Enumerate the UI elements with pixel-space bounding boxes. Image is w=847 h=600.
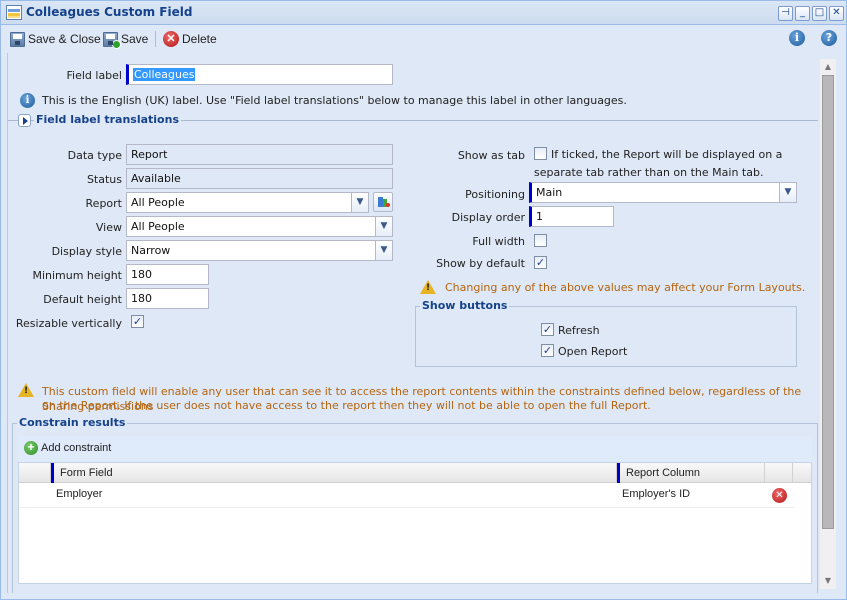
show-buttons-title: Show buttons — [420, 299, 510, 312]
form-content: Field label Colleagues i This is the Eng… — [7, 53, 820, 593]
maximize-icon[interactable]: □ — [812, 6, 827, 21]
report-column-cell: Employer's ID — [622, 488, 691, 500]
grid-header-spacer — [19, 463, 51, 483]
show-as-tab-hint-2: separate tab rather than on the Main tab… — [534, 166, 764, 179]
open-report-button[interactable] — [373, 192, 393, 212]
save-label: Save — [121, 32, 149, 46]
field-label-input[interactable]: Colleagues — [126, 64, 393, 85]
resizable-checkbox[interactable]: ✓ — [131, 315, 144, 328]
scroll-thumb[interactable] — [822, 75, 834, 529]
show-as-tab-checkbox[interactable] — [534, 147, 547, 160]
column-header-form-field[interactable]: Form Field — [51, 463, 617, 483]
positioning-label: Positioning — [465, 188, 525, 201]
constraints-grid: Form Field Report Column Employer Employ… — [18, 462, 812, 584]
open-report-label: Open Report — [558, 345, 628, 358]
toolbar: Save & Close Save ✕ Delete i ? — [1, 26, 846, 51]
refresh-label: Refresh — [558, 324, 600, 337]
display-style-label: Display style — [51, 245, 122, 258]
delete-icon: ✕ — [163, 31, 179, 47]
toolbar-separator — [155, 31, 156, 47]
help-icon[interactable]: ? — [821, 30, 837, 46]
save-icon — [103, 31, 121, 49]
close-icon[interactable]: ✕ — [829, 6, 844, 21]
refresh-checkbox[interactable]: ✓ — [541, 323, 554, 336]
translations-title[interactable]: Field label translations — [34, 113, 181, 126]
constraint-toolbar — [18, 436, 812, 462]
full-width-checkbox[interactable] — [534, 234, 547, 247]
report-value: All People — [131, 196, 185, 209]
column-header-actions — [765, 463, 793, 483]
column-header-report-column[interactable]: Report Column — [617, 463, 765, 483]
save-button[interactable]: Save — [103, 30, 149, 49]
remove-constraint-icon[interactable]: ✕ — [772, 488, 787, 503]
resizable-label: Resizable vertically — [15, 317, 122, 330]
positioning-combo[interactable]: Main ▼ — [529, 182, 797, 203]
chevron-down-icon[interactable]: ▼ — [351, 193, 368, 212]
access-warning-line2: on the Report. If the user does not have… — [42, 399, 651, 412]
min-height-label: Minimum height — [32, 269, 122, 282]
expand-translations-icon[interactable] — [18, 114, 31, 127]
chevron-down-icon[interactable]: ▼ — [375, 241, 392, 260]
scroll-up-icon[interactable]: ▲ — [820, 59, 836, 75]
info-icon[interactable]: i — [789, 30, 805, 46]
vertical-scrollbar[interactable]: ▲ ▼ — [820, 59, 836, 589]
field-label-label: Field label — [66, 69, 123, 82]
view-combo[interactable]: All People ▼ — [126, 216, 393, 237]
form-field-cell: Employer — [56, 488, 103, 500]
window-title: Colleagues Custom Field — [26, 5, 193, 19]
form-icon — [6, 5, 22, 20]
status-label: Status — [86, 173, 122, 186]
constrain-title: Constrain results — [17, 416, 128, 429]
default-height-label: Default height — [43, 293, 122, 306]
custom-field-window: Colleagues Custom Field ⊣ _ □ ✕ Save & C… — [0, 0, 847, 600]
show-by-default-label: Show by default — [436, 257, 525, 270]
table-row[interactable]: Employer Employer's ID ✕ — [19, 484, 795, 508]
delete-label: Delete — [182, 32, 217, 46]
display-order-label: Display order — [451, 211, 525, 224]
add-constraint-label: Add constraint — [41, 442, 112, 454]
min-height-input[interactable]: 180 — [126, 264, 209, 285]
show-as-tab-hint-1: If ticked, the Report will be displayed … — [551, 148, 783, 161]
add-icon: + — [24, 441, 38, 455]
chevron-down-icon[interactable]: ▼ — [375, 217, 392, 236]
view-value: All People — [131, 220, 185, 233]
open-report-checkbox[interactable]: ✓ — [541, 344, 554, 357]
save-close-button[interactable]: Save & Close — [10, 30, 101, 48]
warning-icon: ! — [18, 383, 34, 397]
status-field: Available — [126, 168, 393, 189]
delete-button[interactable]: ✕ Delete — [163, 30, 217, 48]
display-style-combo[interactable]: Narrow ▼ — [126, 240, 393, 261]
chevron-down-icon[interactable]: ▼ — [779, 183, 796, 202]
scroll-down-icon[interactable]: ▼ — [820, 573, 836, 589]
positioning-value: Main — [536, 186, 563, 199]
grid-header: Form Field Report Column — [19, 463, 811, 483]
full-width-label: Full width — [472, 235, 525, 248]
add-constraint-button[interactable]: + Add constraint — [24, 441, 111, 455]
warning-icon: ! — [420, 280, 436, 294]
window-titlebar[interactable]: Colleagues Custom Field ⊣ _ □ ✕ — [1, 1, 846, 25]
report-combo[interactable]: All People ▼ — [126, 192, 369, 213]
data-type-label: Data type — [67, 149, 122, 162]
field-label-value: Colleagues — [133, 68, 196, 81]
show-by-default-checkbox[interactable]: ✓ — [534, 256, 547, 269]
view-label: View — [95, 221, 122, 234]
label-info-note: This is the English (UK) label. Use "Fie… — [42, 94, 627, 107]
pin-icon[interactable]: ⊣ — [778, 6, 793, 21]
minimize-icon[interactable]: _ — [795, 6, 810, 21]
show-as-tab-label: Show as tab — [457, 149, 525, 162]
report-label: Report — [85, 197, 122, 210]
info-icon-small: i — [20, 93, 35, 108]
save-close-label: Save & Close — [28, 32, 101, 46]
display-style-value: Narrow — [131, 244, 171, 257]
save-close-icon — [10, 31, 25, 47]
display-order-input[interactable]: 1 — [529, 206, 614, 227]
data-type-field: Report — [126, 144, 393, 165]
layout-warning: Changing any of the above values may aff… — [445, 281, 806, 294]
default-height-input[interactable]: 180 — [126, 288, 209, 309]
